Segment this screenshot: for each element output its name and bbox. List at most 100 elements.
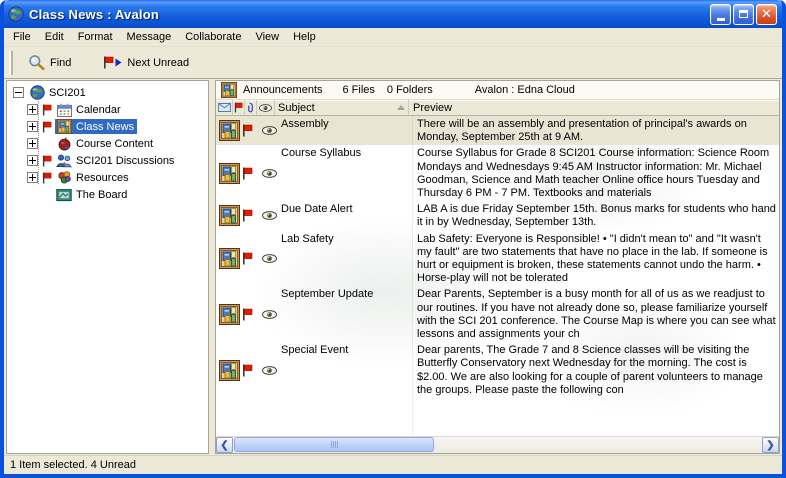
message-row-course-syllabus[interactable]: Course Syllabus Course Syllabus for Grad… (216, 145, 779, 201)
calendar-icon (55, 103, 73, 117)
message-preview: Course Syllabus for Grade 8 SCI201 Cours… (412, 145, 779, 201)
expand-box-icon[interactable] (27, 104, 38, 115)
maximize-icon (739, 10, 748, 18)
column-header-row: Subject Preview (216, 100, 779, 116)
globe-icon (28, 85, 46, 100)
search-icon (28, 54, 45, 71)
maximize-button[interactable] (733, 4, 754, 25)
tree-item-label: The Board (73, 188, 130, 202)
subject-header-label: Subject (278, 102, 315, 114)
scrollbar-track[interactable] (233, 437, 762, 453)
toolbar-grip[interactable] (9, 51, 13, 75)
next-unread-button[interactable]: Next Unread (94, 51, 198, 74)
tree-item-the-board[interactable]: The Board (7, 186, 208, 203)
scroll-right-arrow[interactable]: ❯ (762, 437, 779, 453)
flag-icon (234, 102, 243, 113)
app-globe-icon (8, 6, 24, 22)
column-message-type[interactable] (216, 100, 233, 115)
expand-box-icon[interactable] (27, 121, 38, 132)
title-bar[interactable]: Class News : Avalon ✕ (4, 0, 782, 28)
content-area: SCI201 Calendar Class News (4, 79, 782, 455)
window-title: Class News : Avalon (29, 7, 708, 22)
folder-tree-panel: SCI201 Calendar Class News (6, 80, 209, 454)
scroll-left-arrow[interactable]: ❮ (216, 437, 233, 453)
column-attachment[interactable] (245, 100, 257, 115)
eye-icon (260, 310, 279, 319)
column-divider-line (412, 116, 413, 436)
flag-icon (42, 172, 55, 184)
message-row-assembly[interactable]: Assembly There will be an assembly and p… (216, 116, 779, 145)
menu-help[interactable]: Help (286, 29, 323, 45)
bulletin-icon (216, 248, 242, 269)
menu-collaborate[interactable]: Collaborate (178, 29, 248, 45)
folder-name: Announcements (243, 84, 323, 96)
resources-icon (55, 170, 73, 185)
message-list: Assembly There will be an assembly and p… (216, 116, 779, 436)
flag-icon (242, 364, 256, 377)
column-read-status[interactable] (257, 100, 275, 115)
flag-icon (242, 252, 256, 265)
menu-view[interactable]: View (248, 29, 286, 45)
message-row-due-date-alert[interactable]: Due Date Alert LAB A is due Friday Septe… (216, 201, 779, 230)
message-list-panel: Announcements 6 Files 0 Folders Avalon :… (215, 80, 780, 454)
find-label: Find (50, 57, 71, 69)
find-button[interactable]: Find (19, 49, 80, 76)
message-preview: Lab Safety: Everyone is Responsible! • "… (412, 231, 779, 287)
eye-icon (260, 126, 279, 135)
menu-message[interactable]: Message (120, 29, 179, 45)
envelope-icon (218, 103, 231, 112)
message-preview: There will be an assembly and presentati… (412, 116, 779, 145)
preview-header-label: Preview (413, 102, 452, 114)
folder-info-bar: Announcements 6 Files 0 Folders Avalon :… (216, 81, 779, 100)
status-text: 1 Item selected. 4 Unread (10, 459, 136, 471)
expand-box-icon[interactable] (27, 138, 38, 149)
message-row-lab-safety[interactable]: Lab Safety Lab Safety: Everyone is Respo… (216, 231, 779, 287)
tree-item-label: SCI201 Discussions (73, 154, 177, 168)
scrollbar-thumb[interactable] (234, 437, 434, 452)
eye-icon (260, 254, 279, 263)
message-preview: Dear Parents, September is a busy month … (412, 286, 779, 342)
board-icon (55, 188, 73, 202)
tree-item-label: Resources (73, 171, 132, 185)
discussions-icon (55, 154, 73, 168)
expand-box-icon[interactable] (27, 155, 38, 166)
flag-icon (42, 121, 55, 133)
app-window: Class News : Avalon ✕ File Edit Format M… (0, 0, 786, 478)
column-flag[interactable] (233, 100, 245, 115)
bulletin-icon (216, 360, 242, 381)
menu-edit[interactable]: Edit (38, 29, 71, 45)
menu-format[interactable]: Format (71, 29, 120, 45)
files-count: 6 Files (343, 84, 375, 96)
flag-icon (242, 209, 256, 222)
minimize-button[interactable] (710, 4, 731, 25)
flag-icon (242, 167, 256, 180)
class-news-icon (55, 119, 73, 134)
flag-icon (242, 124, 256, 137)
tree-item-label: Calendar (73, 103, 124, 117)
column-subject[interactable]: Subject (275, 100, 409, 115)
toolbar: Find Next Unread (4, 47, 782, 79)
close-icon: ✕ (761, 8, 772, 21)
next-unread-icon (103, 56, 122, 69)
sort-ascending-icon (397, 105, 405, 110)
tree-item-label: Course Content (73, 137, 156, 151)
bulletin-icon (216, 120, 242, 141)
message-subject: Due Date Alert (279, 201, 412, 230)
message-row-september-update[interactable]: September Update Dear Parents, September… (216, 286, 779, 342)
flag-icon (42, 104, 55, 116)
flag-icon (242, 308, 256, 321)
bulletin-icon (216, 304, 242, 325)
message-subject: Course Syllabus (279, 145, 412, 201)
expand-box-icon[interactable] (27, 172, 38, 183)
eye-icon (260, 169, 279, 178)
horizontal-scrollbar[interactable]: ❮ ❯ (216, 436, 779, 453)
collapse-box-icon[interactable] (13, 87, 24, 98)
course-content-icon (55, 136, 73, 151)
message-row-special-event[interactable]: Special Event Dear parents, The Grade 7 … (216, 342, 779, 398)
close-button[interactable]: ✕ (756, 4, 777, 25)
message-preview: LAB A is due Friday September 15th. Bonu… (412, 201, 779, 230)
eye-icon (260, 211, 279, 220)
menu-file[interactable]: File (6, 29, 38, 45)
column-preview[interactable]: Preview (409, 100, 779, 115)
tree-item-label: Class News (73, 120, 137, 134)
